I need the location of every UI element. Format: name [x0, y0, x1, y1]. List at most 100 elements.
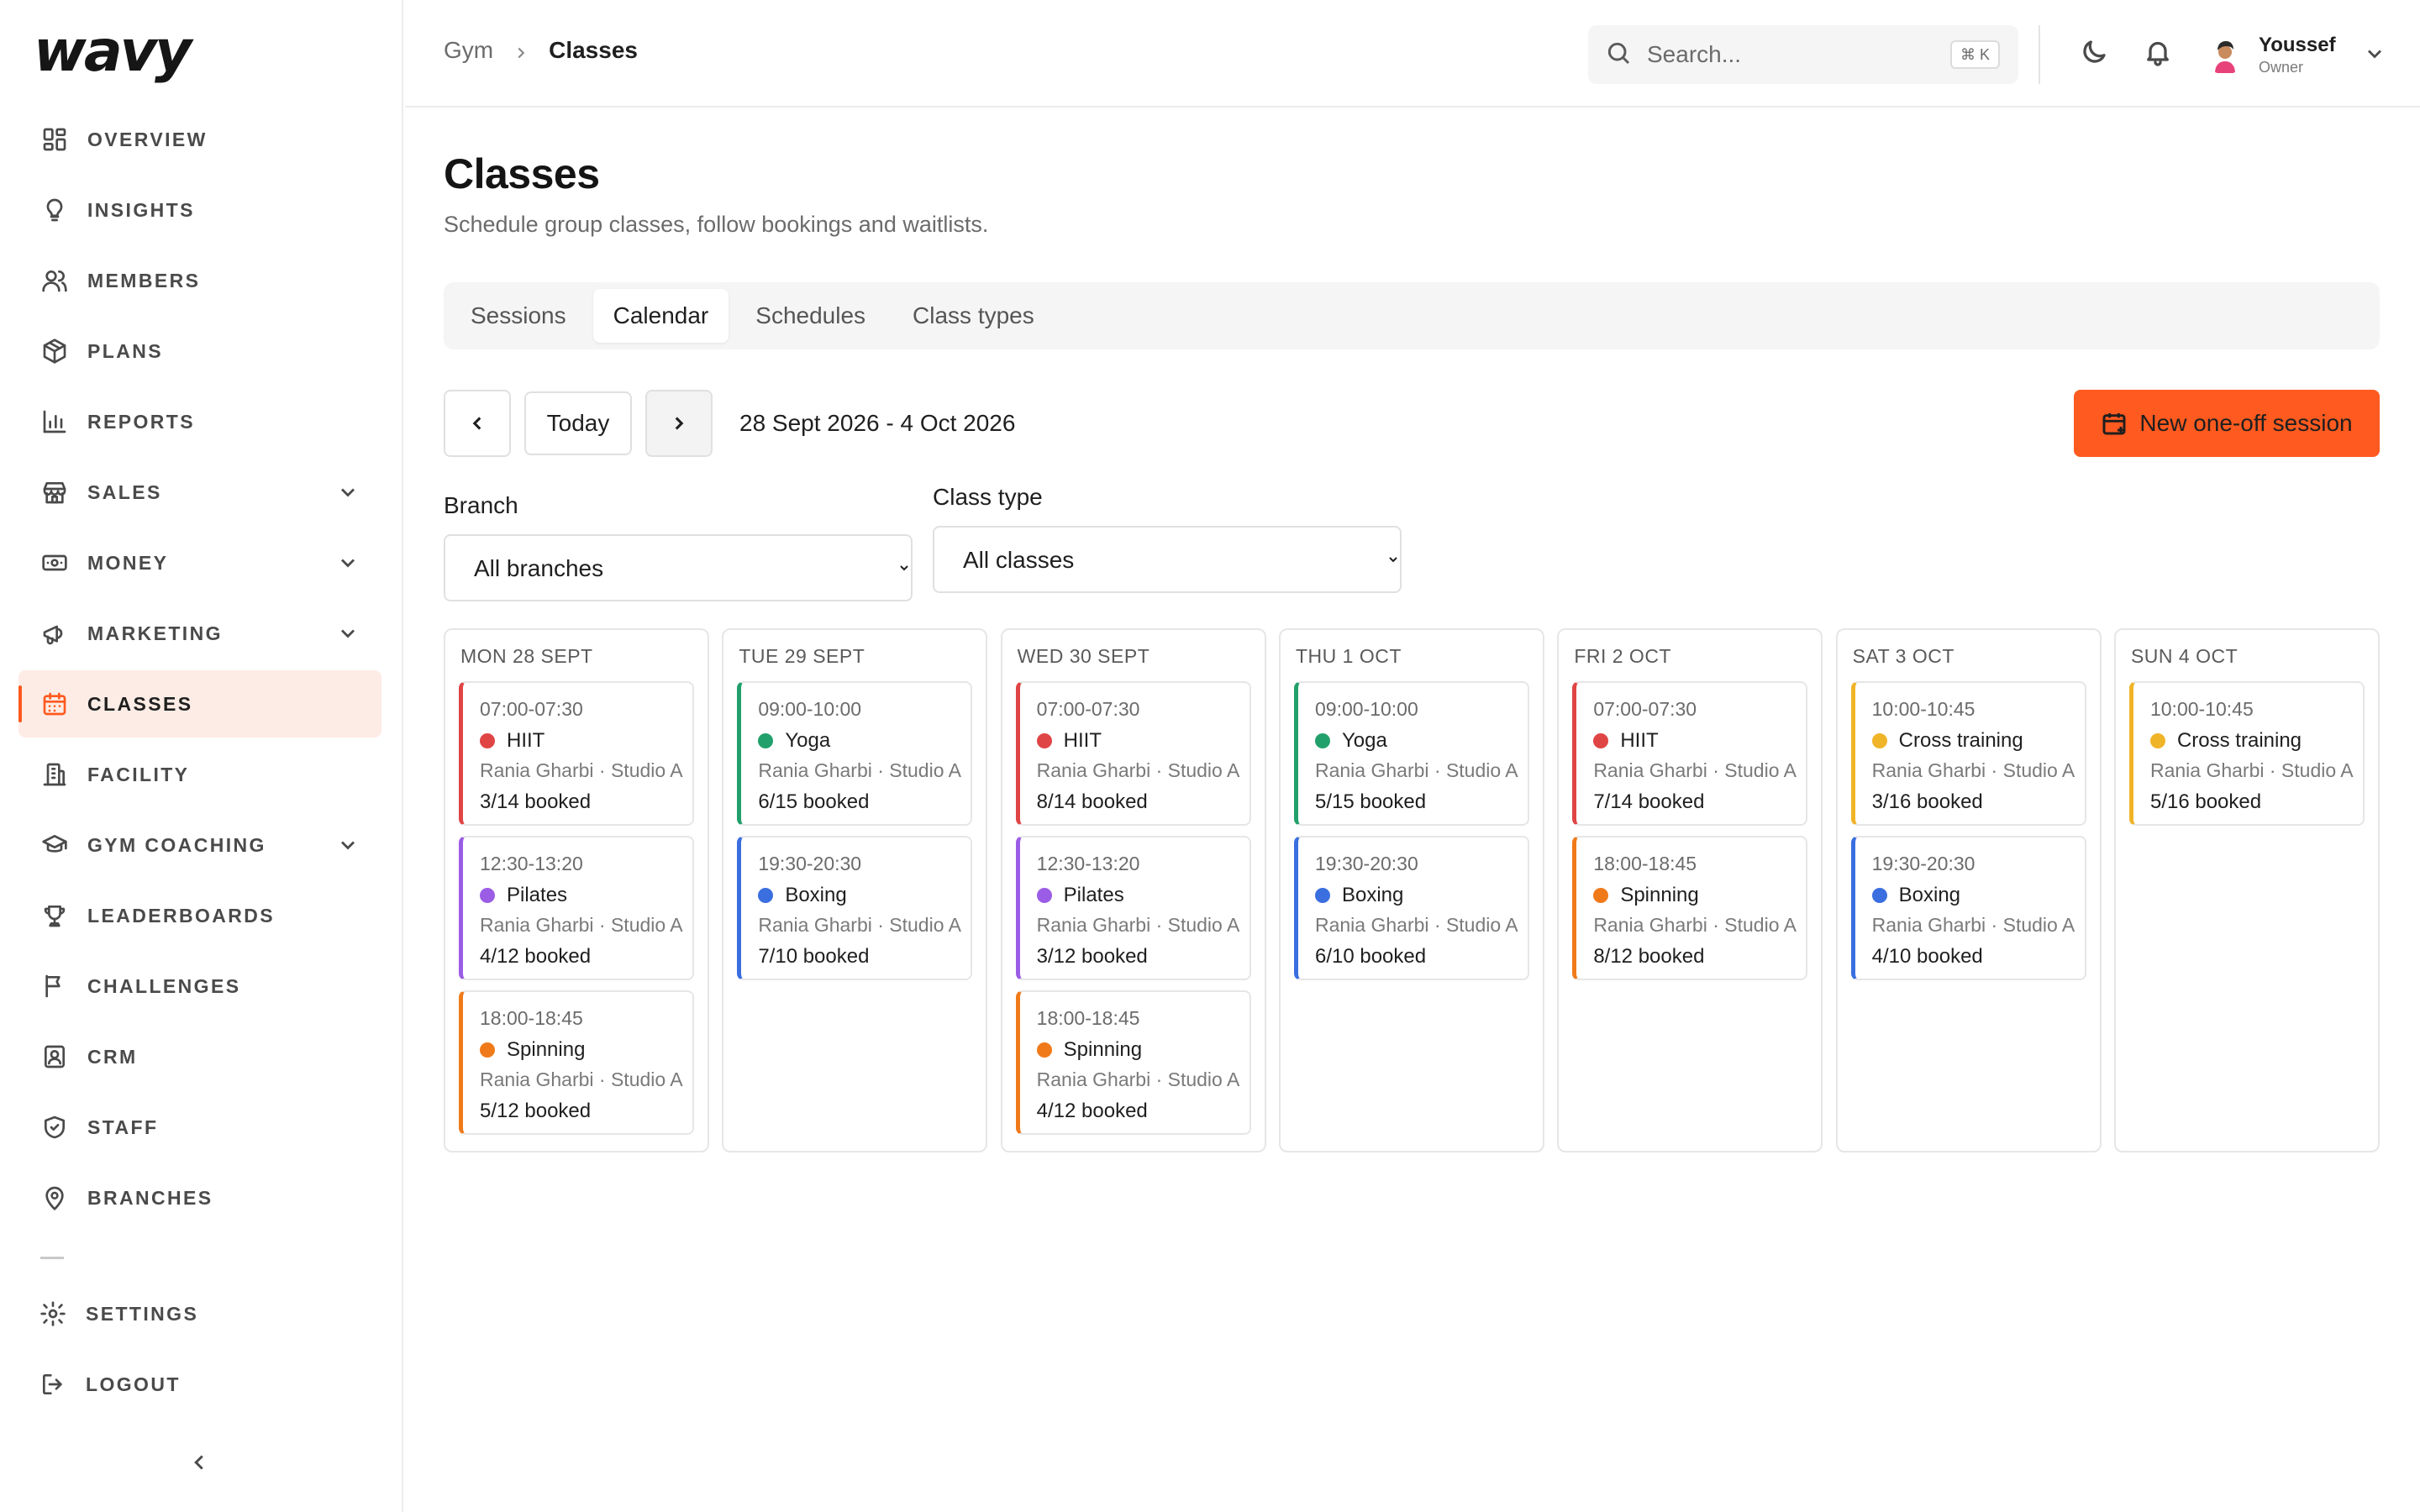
session-card[interactable]: 07:00-07:30 HIIT Rania Gharbi · Studio A 7/… [1572, 681, 1808, 826]
session-card[interactable]: 18:00-18:45 Spinning Rania Gharbi · Studio… [1572, 836, 1808, 980]
class-type-select[interactable]: All classes [933, 526, 1402, 593]
session-card[interactable]: 10:00-10:45 Cross training Rania Gharbi · … [1850, 681, 2086, 826]
class-type-filter: Class type All classes [933, 484, 1402, 593]
sidebar-item-label: BRANCHES [87, 1186, 213, 1209]
sidebar-item-gym-coaching[interactable]: GYM COACHING [18, 811, 381, 879]
wavy-logo[interactable]: wavy [34, 18, 192, 85]
tab-schedules[interactable]: Schedules [735, 289, 886, 343]
sidebar-item-settings[interactable]: SETTINGS [18, 1280, 381, 1347]
notifications-button[interactable] [2143, 37, 2176, 71]
day-header: SAT 3 OCT [1852, 645, 1954, 667]
branch-filter-label: Branch [444, 492, 518, 518]
sidebar-nav: OVERVIEW INSIGHTS MEMBERS PLANS REPORTS SALES… [18, 106, 381, 1235]
session-class-type: HIIT [1063, 729, 1102, 752]
date-range: 28 Sept 2026 - 4 Oct 2026 [739, 410, 1016, 436]
graduation-cap-icon [40, 831, 69, 859]
new-one-off-session-button[interactable]: New one-off session [2074, 390, 2380, 457]
chevron-down-icon[interactable] [336, 551, 360, 575]
breadcrumb-gym[interactable]: Gym [444, 37, 493, 64]
class-type-filter-label: Class type [933, 484, 1043, 510]
sidebar-item-facility[interactable]: FACILITY [18, 741, 381, 808]
session-time: 10:00-10:45 [1871, 698, 1975, 720]
sidebar-item-marketing[interactable]: MARKETING [18, 600, 381, 667]
session-card[interactable]: 09:00-10:00 Yoga Rania Gharbi · Studio A 5/… [1293, 681, 1529, 826]
theme-toggle-button[interactable] [2079, 37, 2112, 71]
sidebar-item-crm[interactable]: CRM [18, 1023, 381, 1090]
session-bookings: 4/12 booked [480, 945, 592, 968]
gear-icon [39, 1299, 67, 1328]
class-color-dot [2149, 733, 2165, 748]
branch-select[interactable]: All branches [444, 534, 913, 601]
sidebar-item-label: MONEY [87, 551, 169, 574]
class-color-dot [1593, 733, 1609, 748]
sidebar-item-money[interactable]: MONEY [18, 529, 381, 596]
sidebar-item-overview[interactable]: OVERVIEW [18, 106, 381, 173]
session-bookings: 3/14 booked [480, 790, 592, 813]
previous-week-button[interactable] [444, 390, 511, 457]
sidebar-item-label: REPORTS [87, 410, 195, 433]
class-color-dot [758, 888, 774, 903]
session-coach-room: Rania Gharbi · Studio A [1871, 759, 2075, 781]
sidebar-item-plans[interactable]: PLANS [18, 318, 381, 385]
session-coach-room: Rania Gharbi · Studio A [1036, 1068, 1240, 1090]
sidebar-item-label: MEMBERS [87, 269, 201, 291]
sidebar-item-sales[interactable]: SALES [18, 459, 381, 526]
session-coach-room: Rania Gharbi · Studio A [1593, 759, 1797, 781]
session-card[interactable]: 07:00-07:30 HIIT Rania Gharbi · Studio A 3/… [459, 681, 694, 826]
bar-chart-icon [40, 407, 69, 436]
sidebar-item-label: SALES [87, 480, 162, 503]
calendar-plus-icon [2102, 413, 2126, 435]
user-menu[interactable]: Youssef Owner [2205, 25, 2388, 84]
chevron-down-icon[interactable] [336, 622, 360, 645]
logout-icon [39, 1370, 67, 1399]
session-card[interactable]: 07:00-07:30 HIIT Rania Gharbi · Studio A 8/… [1015, 681, 1251, 826]
tab-calendar[interactable]: Calendar [592, 289, 729, 343]
session-time: 12:30-13:20 [480, 853, 583, 874]
sidebar-item-logout[interactable]: LOGOUT [18, 1351, 381, 1418]
sidebar-item-members[interactable]: MEMBERS [18, 247, 381, 314]
collapse-sidebar-button[interactable] [187, 1450, 217, 1480]
tab-class-types[interactable]: Class types [892, 289, 1055, 343]
day-column: THU 1 OCT 09:00-10:00 Yoga Rania Gharbi · S… [1278, 628, 1544, 1152]
sidebar-item-staff[interactable]: STAFF [18, 1094, 381, 1161]
session-time: 18:00-18:45 [480, 1007, 583, 1029]
chevron-down-icon[interactable] [336, 833, 360, 857]
sidebar-item-branches[interactable]: BRANCHES [18, 1164, 381, 1231]
session-bookings: 3/12 booked [1036, 945, 1148, 968]
sidebar-item-reports[interactable]: REPORTS [18, 388, 381, 455]
chevron-left-icon [194, 1455, 203, 1470]
session-card[interactable]: 10:00-10:45 Cross training Rania Gharbi · … [2128, 681, 2365, 826]
calendar-icon [40, 690, 69, 718]
sidebar-item-challenges[interactable]: CHALLENGES [18, 953, 381, 1020]
session-class-type: Boxing [1898, 884, 1961, 906]
session-time: 18:00-18:45 [1036, 1007, 1140, 1029]
view-tabs: Sessions Calendar Schedules Class types [444, 282, 2380, 349]
class-color-dot [1871, 733, 1887, 748]
class-color-dot [1036, 888, 1052, 903]
session-card[interactable]: 09:00-10:00 Yoga Rania Gharbi · Studio A 6/… [737, 681, 973, 826]
sidebar-item-leaderboards[interactable]: LEADERBOARDS [18, 882, 381, 949]
session-coach-room: Rania Gharbi · Studio A [480, 1068, 683, 1090]
session-card[interactable]: 19:30-20:30 Boxing Rania Gharbi · Studio A… [1850, 836, 2086, 980]
contact-icon [40, 1042, 69, 1071]
session-card[interactable]: 18:00-18:45 Spinning Rania Gharbi · Studio… [1015, 990, 1251, 1135]
today-button[interactable]: Today [524, 391, 632, 455]
session-card[interactable]: 19:30-20:30 Boxing Rania Gharbi · Studio A… [737, 836, 973, 980]
search-box[interactable]: ⌘ K [1588, 25, 2018, 84]
banknote-icon [40, 549, 69, 577]
session-card[interactable]: 12:30-13:20 Pilates Rania Gharbi · Studio … [1015, 836, 1251, 980]
chevron-down-icon[interactable] [336, 480, 360, 504]
sidebar-item-insights[interactable]: INSIGHTS [18, 176, 381, 244]
search-input[interactable] [1647, 41, 1924, 68]
package-icon [40, 337, 69, 365]
sidebar-item-classes[interactable]: CLASSES [18, 670, 381, 738]
session-card[interactable]: 19:30-20:30 Boxing Rania Gharbi · Studio A… [1293, 836, 1529, 980]
sidebar-item-label: CLASSES [87, 692, 193, 715]
tab-sessions[interactable]: Sessions [450, 289, 587, 343]
next-week-button[interactable] [645, 390, 713, 457]
chevron-right-icon [512, 41, 530, 60]
session-card[interactable]: 12:30-13:20 Pilates Rania Gharbi · Studio … [459, 836, 694, 980]
session-card[interactable]: 18:00-18:45 Spinning Rania Gharbi · Studio… [459, 990, 694, 1135]
session-coach-room: Rania Gharbi · Studio A [480, 759, 683, 781]
day-column: TUE 29 SEPT 09:00-10:00 Yoga Rania Gharbi ·… [722, 628, 988, 1152]
